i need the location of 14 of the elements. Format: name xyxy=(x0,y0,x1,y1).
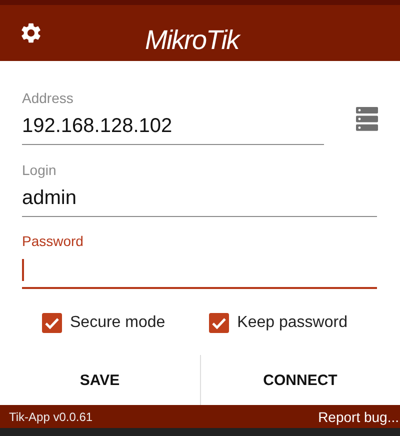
report-bug-link[interactable]: Report bug... xyxy=(318,408,399,425)
server-list-icon[interactable] xyxy=(356,107,378,132)
checkbox[interactable] xyxy=(42,313,62,334)
input-field[interactable]: 192.168.128.102 xyxy=(22,110,324,145)
field-label: Password xyxy=(22,233,84,250)
checkbox-label: Secure mode xyxy=(70,314,166,332)
settings-icon[interactable] xyxy=(19,21,43,46)
input-field[interactable]: admin xyxy=(22,182,377,217)
checkbox[interactable] xyxy=(209,313,230,334)
checkbox-label: Keep password xyxy=(237,314,348,332)
field-label: Login xyxy=(22,162,58,178)
logo: MikroTik xyxy=(145,24,239,56)
field-label: Address xyxy=(22,90,74,106)
version-label: Tik-App v0.0.61 xyxy=(9,410,93,424)
